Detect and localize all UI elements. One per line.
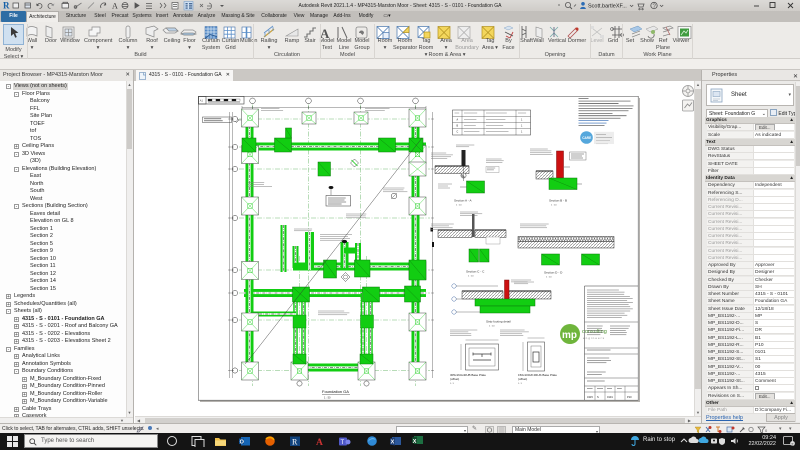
- svg-text:0101: 0101: [607, 395, 613, 399]
- svg-text:A: A: [316, 438, 323, 447]
- svg-text:1 : 10: 1 : 10: [489, 326, 495, 328]
- svg-text:consulting: consulting: [582, 329, 607, 335]
- svg-text:Section B - B: Section B - B: [549, 199, 567, 203]
- svg-text:O: O: [240, 439, 245, 445]
- svg-text:Scott.bartleXF...: Scott.bartleXF...: [588, 4, 627, 10]
- svg-text:Section C - C: Section C - C: [466, 270, 485, 274]
- svg-text:X: X: [391, 440, 395, 446]
- svg-text:R: R: [3, 1, 10, 11]
- svg-text:1 : 10: 1 : 10: [551, 205, 557, 207]
- svg-text:A: A: [112, 2, 118, 11]
- svg-text:4315: 4315: [587, 395, 593, 399]
- svg-text:Foundation GA: Foundation GA: [322, 389, 349, 394]
- svg-text:C: C: [456, 131, 458, 134]
- svg-text:R: R: [292, 438, 298, 447]
- svg-text:CARE: CARE: [582, 136, 591, 140]
- svg-text:T: T: [341, 440, 345, 446]
- svg-text:Strip footing detail: Strip footing detail: [486, 320, 511, 324]
- svg-text:A1: A1: [199, 98, 203, 102]
- svg-text:?: ?: [653, 4, 657, 10]
- svg-text:1 : 10: 1 : 10: [546, 277, 552, 279]
- svg-text:1 : 50: 1 : 50: [324, 396, 331, 400]
- svg-text:Section A - A: Section A - A: [454, 199, 472, 203]
- svg-text:mp: mp: [562, 330, 577, 341]
- svg-text:(offset): (offset): [450, 377, 459, 381]
- svg-text:S: S: [597, 395, 599, 399]
- svg-text:P10: P10: [627, 395, 632, 399]
- svg-text:X: X: [413, 439, 417, 445]
- svg-text:(offset): (offset): [518, 377, 527, 381]
- svg-text:Section D - D: Section D - D: [544, 271, 563, 275]
- svg-text:engineers: engineers: [583, 336, 605, 340]
- svg-text:1 : 10: 1 : 10: [456, 205, 462, 207]
- svg-text:1 : 10: 1 : 10: [468, 276, 474, 278]
